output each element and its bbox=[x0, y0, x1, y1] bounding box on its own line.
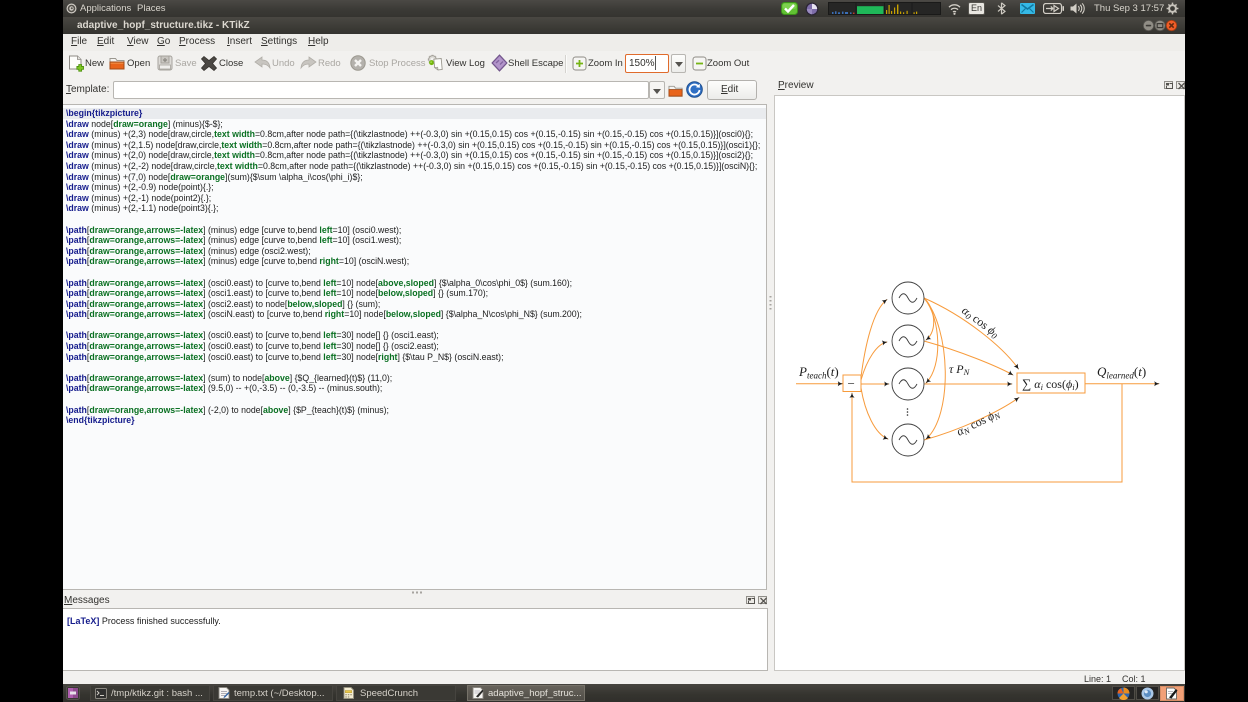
svg-text:τ PN: τ PN bbox=[949, 362, 971, 377]
svg-text:Pteach(t): Pteach(t) bbox=[798, 364, 839, 381]
svg-text:α0 cos ϕ0: α0 cos ϕ0 bbox=[959, 303, 1003, 341]
svg-text:αN cos ϕN: αN cos ϕN bbox=[954, 405, 1003, 439]
svg-text:∑ αi cos(ϕi): ∑ αi cos(ϕi) bbox=[1022, 376, 1079, 392]
svg-text:−: − bbox=[848, 376, 855, 391]
svg-text:Qlearned(t): Qlearned(t) bbox=[1097, 364, 1146, 381]
